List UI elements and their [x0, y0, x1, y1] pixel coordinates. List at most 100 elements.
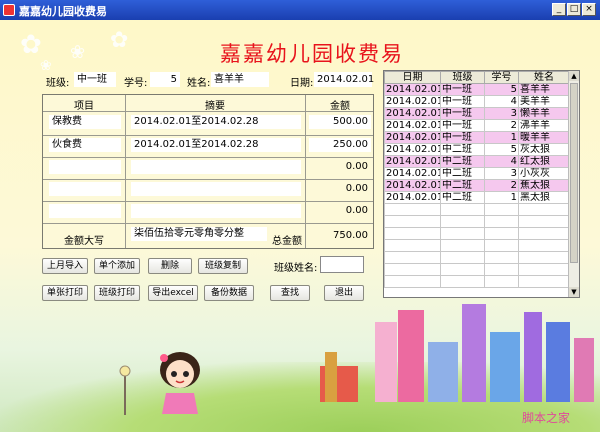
class-label: 班级:: [46, 78, 70, 89]
list-header-date[interactable]: 日期: [384, 71, 441, 84]
column-header-summary: 摘要: [205, 101, 225, 112]
cell-class: 中一班: [440, 107, 485, 120]
scroll-thumb[interactable]: [570, 83, 578, 263]
scroll-up-icon[interactable]: ▲: [569, 71, 579, 81]
copy-class-button[interactable]: 班级复制: [198, 258, 248, 274]
name-label: 姓名:: [187, 78, 211, 89]
amount-field[interactable]: 500.00: [309, 115, 371, 129]
table-row[interactable]: 2014.02.01 中二班 4 红太狼: [384, 155, 570, 168]
table-row[interactable]: 2014.02.01 中二班 3 小灰灰: [384, 167, 570, 180]
record-list[interactable]: 日期 班级 学号 姓名 2014.02.01 中一班 5 喜羊羊 2014.02.01 中…: [383, 70, 580, 298]
student-id-field[interactable]: 5: [150, 72, 180, 87]
list-scrollbar[interactable]: ▲ ▼: [568, 71, 579, 297]
building-shape: [398, 310, 424, 402]
empty-cell: [484, 227, 519, 240]
girl-cartoon-icon: [160, 352, 200, 414]
list-header-id[interactable]: 学号: [484, 71, 519, 84]
empty-cell: [384, 263, 441, 276]
summary-field[interactable]: [131, 182, 301, 196]
table-row[interactable]: 2014.02.01 中一班 2 沸羊羊: [384, 119, 570, 132]
export-excel-button[interactable]: 导出excel: [148, 285, 198, 301]
summary-field[interactable]: [131, 160, 301, 174]
cell-date: 2014.02.01: [384, 83, 441, 96]
amount-field[interactable]: 0.00: [309, 182, 371, 196]
delete-button[interactable]: 删除: [148, 258, 192, 274]
total-caps-label: 金额大写: [64, 236, 104, 247]
search-button[interactable]: 查找: [270, 285, 310, 301]
table-row[interactable]: 2014.02.01 中二班 1 黑太狼: [384, 191, 570, 204]
item-field[interactable]: 保教费: [49, 115, 121, 129]
exit-button[interactable]: 退出: [324, 285, 364, 301]
item-field[interactable]: [49, 160, 121, 174]
building-shape: [574, 338, 594, 402]
table-row[interactable]: 2014.02.01 中一班 4 美羊羊: [384, 95, 570, 108]
list-header-name[interactable]: 姓名: [518, 71, 570, 84]
table-row[interactable]: 2014.02.01 中一班 3 懒羊羊: [384, 107, 570, 120]
cell-date: 2014.02.01: [384, 155, 441, 168]
table-row[interactable]: 2014.02.01 中一班 1 暖羊羊: [384, 131, 570, 144]
close-button[interactable]: ×: [582, 3, 596, 16]
cell-id: 3: [484, 107, 519, 120]
cell-id: 4: [484, 155, 519, 168]
summary-field[interactable]: 2014.02.01至2014.02.28: [131, 115, 301, 129]
summary-field[interactable]: [131, 204, 301, 218]
scroll-down-icon[interactable]: ▼: [569, 287, 579, 297]
cell-name: 懒羊羊: [518, 107, 570, 120]
item-field[interactable]: 伙食费: [49, 138, 121, 152]
cell-id: 1: [484, 131, 519, 144]
table-row[interactable]: 2014.02.01 中二班 5 灰太狼: [384, 143, 570, 156]
cell-class: 中二班: [440, 155, 485, 168]
empty-cell: [484, 251, 519, 264]
total-caps-field: 柒佰伍拾零元零角零分整: [131, 227, 267, 241]
empty-cell: [440, 227, 485, 240]
cell-id: 5: [484, 143, 519, 156]
maximize-button[interactable]: □: [567, 3, 581, 16]
cell-id: 5: [484, 83, 519, 96]
cell-name: 小灰灰: [518, 167, 570, 180]
empty-cell: [440, 203, 485, 216]
table-row[interactable]: 2014.02.01 中一班 5 喜羊羊: [384, 83, 570, 96]
cell-name: 灰太狼: [518, 143, 570, 156]
backup-data-button[interactable]: 备份数据: [204, 285, 254, 301]
list-header-class[interactable]: 班级: [440, 71, 485, 84]
grid-divider: [305, 95, 306, 248]
print-single-button[interactable]: 单张打印: [42, 285, 88, 301]
student-id-label: 学号:: [124, 78, 148, 89]
class-field[interactable]: 中一班: [74, 72, 116, 87]
empty-cell: [440, 275, 485, 288]
minimize-button[interactable]: _: [552, 3, 566, 16]
building-shape: [524, 312, 542, 402]
empty-cell: [484, 275, 519, 288]
amount-field[interactable]: 0.00: [309, 160, 371, 174]
app-icon: [3, 4, 15, 16]
amount-field[interactable]: 0.00: [309, 204, 371, 218]
empty-cell: [518, 203, 570, 216]
cell-date: 2014.02.01: [384, 179, 441, 192]
empty-cell: [384, 275, 441, 288]
cell-name: 喜羊羊: [518, 83, 570, 96]
cell-name: 美羊羊: [518, 95, 570, 108]
empty-cell: [440, 239, 485, 252]
date-field[interactable]: 2014.02.01: [314, 72, 374, 87]
item-field[interactable]: [49, 204, 121, 218]
add-single-button[interactable]: 单个添加: [94, 258, 140, 274]
cell-date: 2014.02.01: [384, 119, 441, 132]
cell-id: 2: [484, 179, 519, 192]
window-title: 嘉嘉幼儿园收费易: [19, 5, 107, 18]
print-class-button[interactable]: 班级打印: [94, 285, 140, 301]
summary-field[interactable]: 2014.02.01至2014.02.28: [131, 138, 301, 152]
table-row[interactable]: 2014.02.01 中二班 2 蕉太狼: [384, 179, 570, 192]
window-titlebar[interactable]: 嘉嘉幼儿园收费易 _ □ ×: [0, 0, 600, 20]
empty-cell: [484, 239, 519, 252]
cell-date: 2014.02.01: [384, 167, 441, 180]
import-last-month-button[interactable]: 上月导入: [42, 258, 88, 274]
name-field[interactable]: 喜羊羊: [211, 72, 269, 87]
amount-field[interactable]: 250.00: [309, 138, 371, 152]
watermark: 脚本之家: [522, 411, 571, 425]
page-title: 嘉嘉幼儿园收费易: [220, 42, 404, 66]
empty-cell: [518, 215, 570, 228]
item-field[interactable]: [49, 182, 121, 196]
class-name-input[interactable]: [320, 256, 364, 273]
cell-date: 2014.02.01: [384, 191, 441, 204]
cell-class: 中一班: [440, 95, 485, 108]
